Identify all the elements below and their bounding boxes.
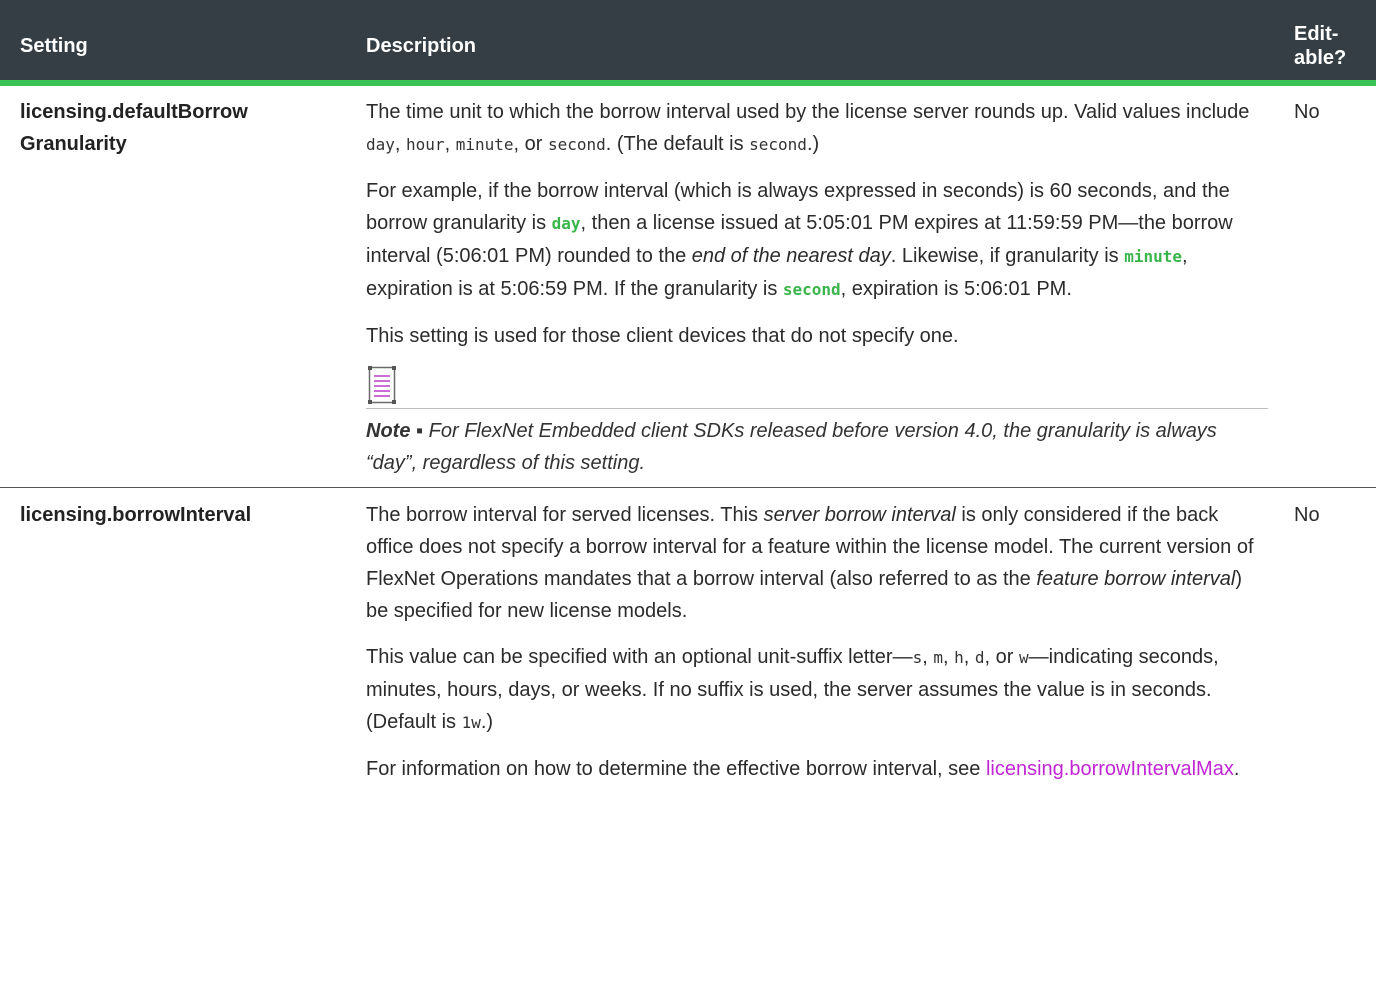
code-value: m: [933, 648, 943, 667]
description-paragraph: This setting is used for those client de…: [366, 325, 959, 347]
text: ,: [444, 133, 456, 155]
code-value: s: [912, 648, 923, 667]
description-paragraph: For information on how to determine the …: [366, 753, 1268, 785]
setting-name-line1: licensing.defaultBorrow: [20, 101, 248, 123]
code-value: 1w: [461, 713, 481, 732]
setting-name-cell: licensing.defaultBorrow Granularity: [0, 83, 346, 488]
description-paragraph: This value can be specified with an opti…: [366, 641, 1268, 739]
code-value: d: [974, 648, 985, 667]
column-header-editable: Edit-able?: [1286, 0, 1376, 86]
emphasis: server borrow interval: [763, 504, 956, 526]
code-value: minute: [1124, 247, 1183, 266]
text: The borrow interval for served licenses.…: [366, 504, 764, 526]
description-paragraph: For example, if the borrow interval (whi…: [366, 175, 1268, 306]
note-icon: [368, 366, 396, 404]
text: . Likewise, if granularity is: [890, 245, 1125, 267]
description-paragraph: The time unit to which the borrow interv…: [366, 96, 1268, 161]
text: .): [806, 133, 820, 155]
text: For information on how to determine the …: [366, 758, 986, 780]
description-cell: The time unit to which the borrow interv…: [346, 83, 1286, 488]
code-value: second: [547, 135, 606, 154]
description-cell: The borrow interval for served licenses.…: [346, 488, 1286, 800]
code-value: day: [551, 214, 581, 233]
column-header-setting: Setting: [0, 0, 346, 86]
note-divider: [366, 408, 1268, 409]
borrow-interval-max-link[interactable]: licensing.borrowIntervalMax: [986, 758, 1234, 780]
note-label: Note ▪: [366, 420, 429, 442]
text: This value can be specified with an opti…: [366, 646, 913, 668]
text: The time unit to which the borrow interv…: [366, 101, 1250, 123]
table-row: licensing.borrowInterval The borrow inte…: [0, 488, 1376, 800]
text: .: [1233, 758, 1240, 780]
text: ,: [922, 646, 934, 668]
settings-table: Setting Description Edit-able? licensing…: [0, 0, 1376, 799]
setting-name-cell: licensing.borrowInterval: [20, 504, 252, 526]
editable-cell: No: [1286, 83, 1376, 488]
code-value: day: [366, 135, 395, 154]
column-header-description: Description: [346, 0, 1286, 86]
text: , or: [984, 646, 1019, 668]
note-text: Note ▪ For FlexNet Embedded client SDKs …: [366, 415, 1268, 479]
emphasis: end of the nearest day: [691, 245, 891, 267]
table-header: Setting Description Edit-able?: [0, 0, 1376, 86]
code-value: h: [954, 648, 964, 667]
text: ,: [394, 133, 407, 155]
note-block: Note ▪ For FlexNet Embedded client SDKs …: [366, 366, 1268, 479]
description-paragraph: The borrow interval for served licenses.…: [366, 499, 1268, 627]
code-value: w: [1018, 648, 1029, 667]
text: ,: [943, 646, 955, 668]
text: , or: [513, 133, 548, 155]
code-value: second: [782, 280, 841, 299]
text: .): [480, 711, 494, 733]
text: . (The default is: [605, 133, 750, 155]
table-row: licensing.defaultBorrow Granularity The t…: [0, 83, 1376, 488]
editable-header-line2: able?: [1294, 47, 1347, 69]
code-value: second: [749, 135, 807, 154]
code-value: hour: [406, 135, 445, 154]
setting-name-line2: Granularity: [20, 133, 127, 155]
code-value: minute: [455, 135, 514, 154]
text: ,: [963, 646, 975, 668]
note-body: For FlexNet Embedded client SDKs release…: [366, 420, 1217, 474]
text: , expiration is 5:06:01 PM.: [840, 278, 1072, 300]
editable-cell: No: [1294, 504, 1320, 526]
emphasis: feature borrow interval: [1036, 568, 1236, 590]
editable-header-line1: Edit-: [1294, 23, 1339, 45]
